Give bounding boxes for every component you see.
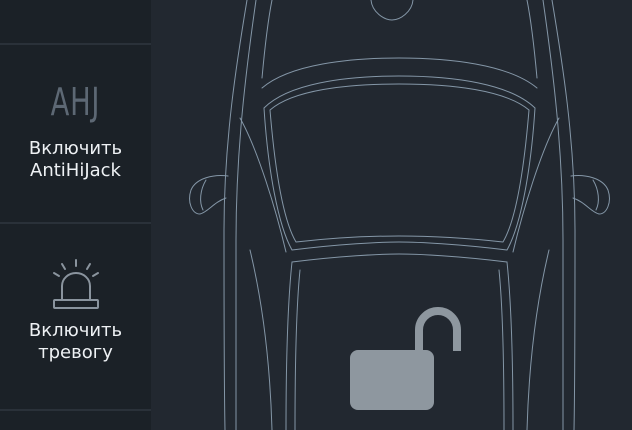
sidebar-divider [0,409,151,411]
antihijack-label-line2: AntiHiJack [30,160,121,181]
alarm-label-line1: Включить [28,320,123,341]
car-control-screen: AHJ Включить AntiHiJack Включить тревогу [0,0,632,430]
car-view-panel [151,0,632,430]
alarm-button[interactable]: Включить тревогу [0,258,151,364]
alarm-label-line2: тревогу [38,342,113,363]
antihijack-button[interactable]: AHJ Включить AntiHiJack [0,80,151,182]
ahj-icon: AHJ [50,80,101,124]
car-outline [189,0,610,430]
antihijack-label-line1: Включить [28,138,123,159]
sidebar-divider [0,43,151,45]
sidebar-divider [0,222,151,224]
siren-icon [52,259,99,309]
sidebar: AHJ Включить AntiHiJack Включить тревогу [0,0,151,430]
unlocked-padlock-icon [350,307,461,410]
